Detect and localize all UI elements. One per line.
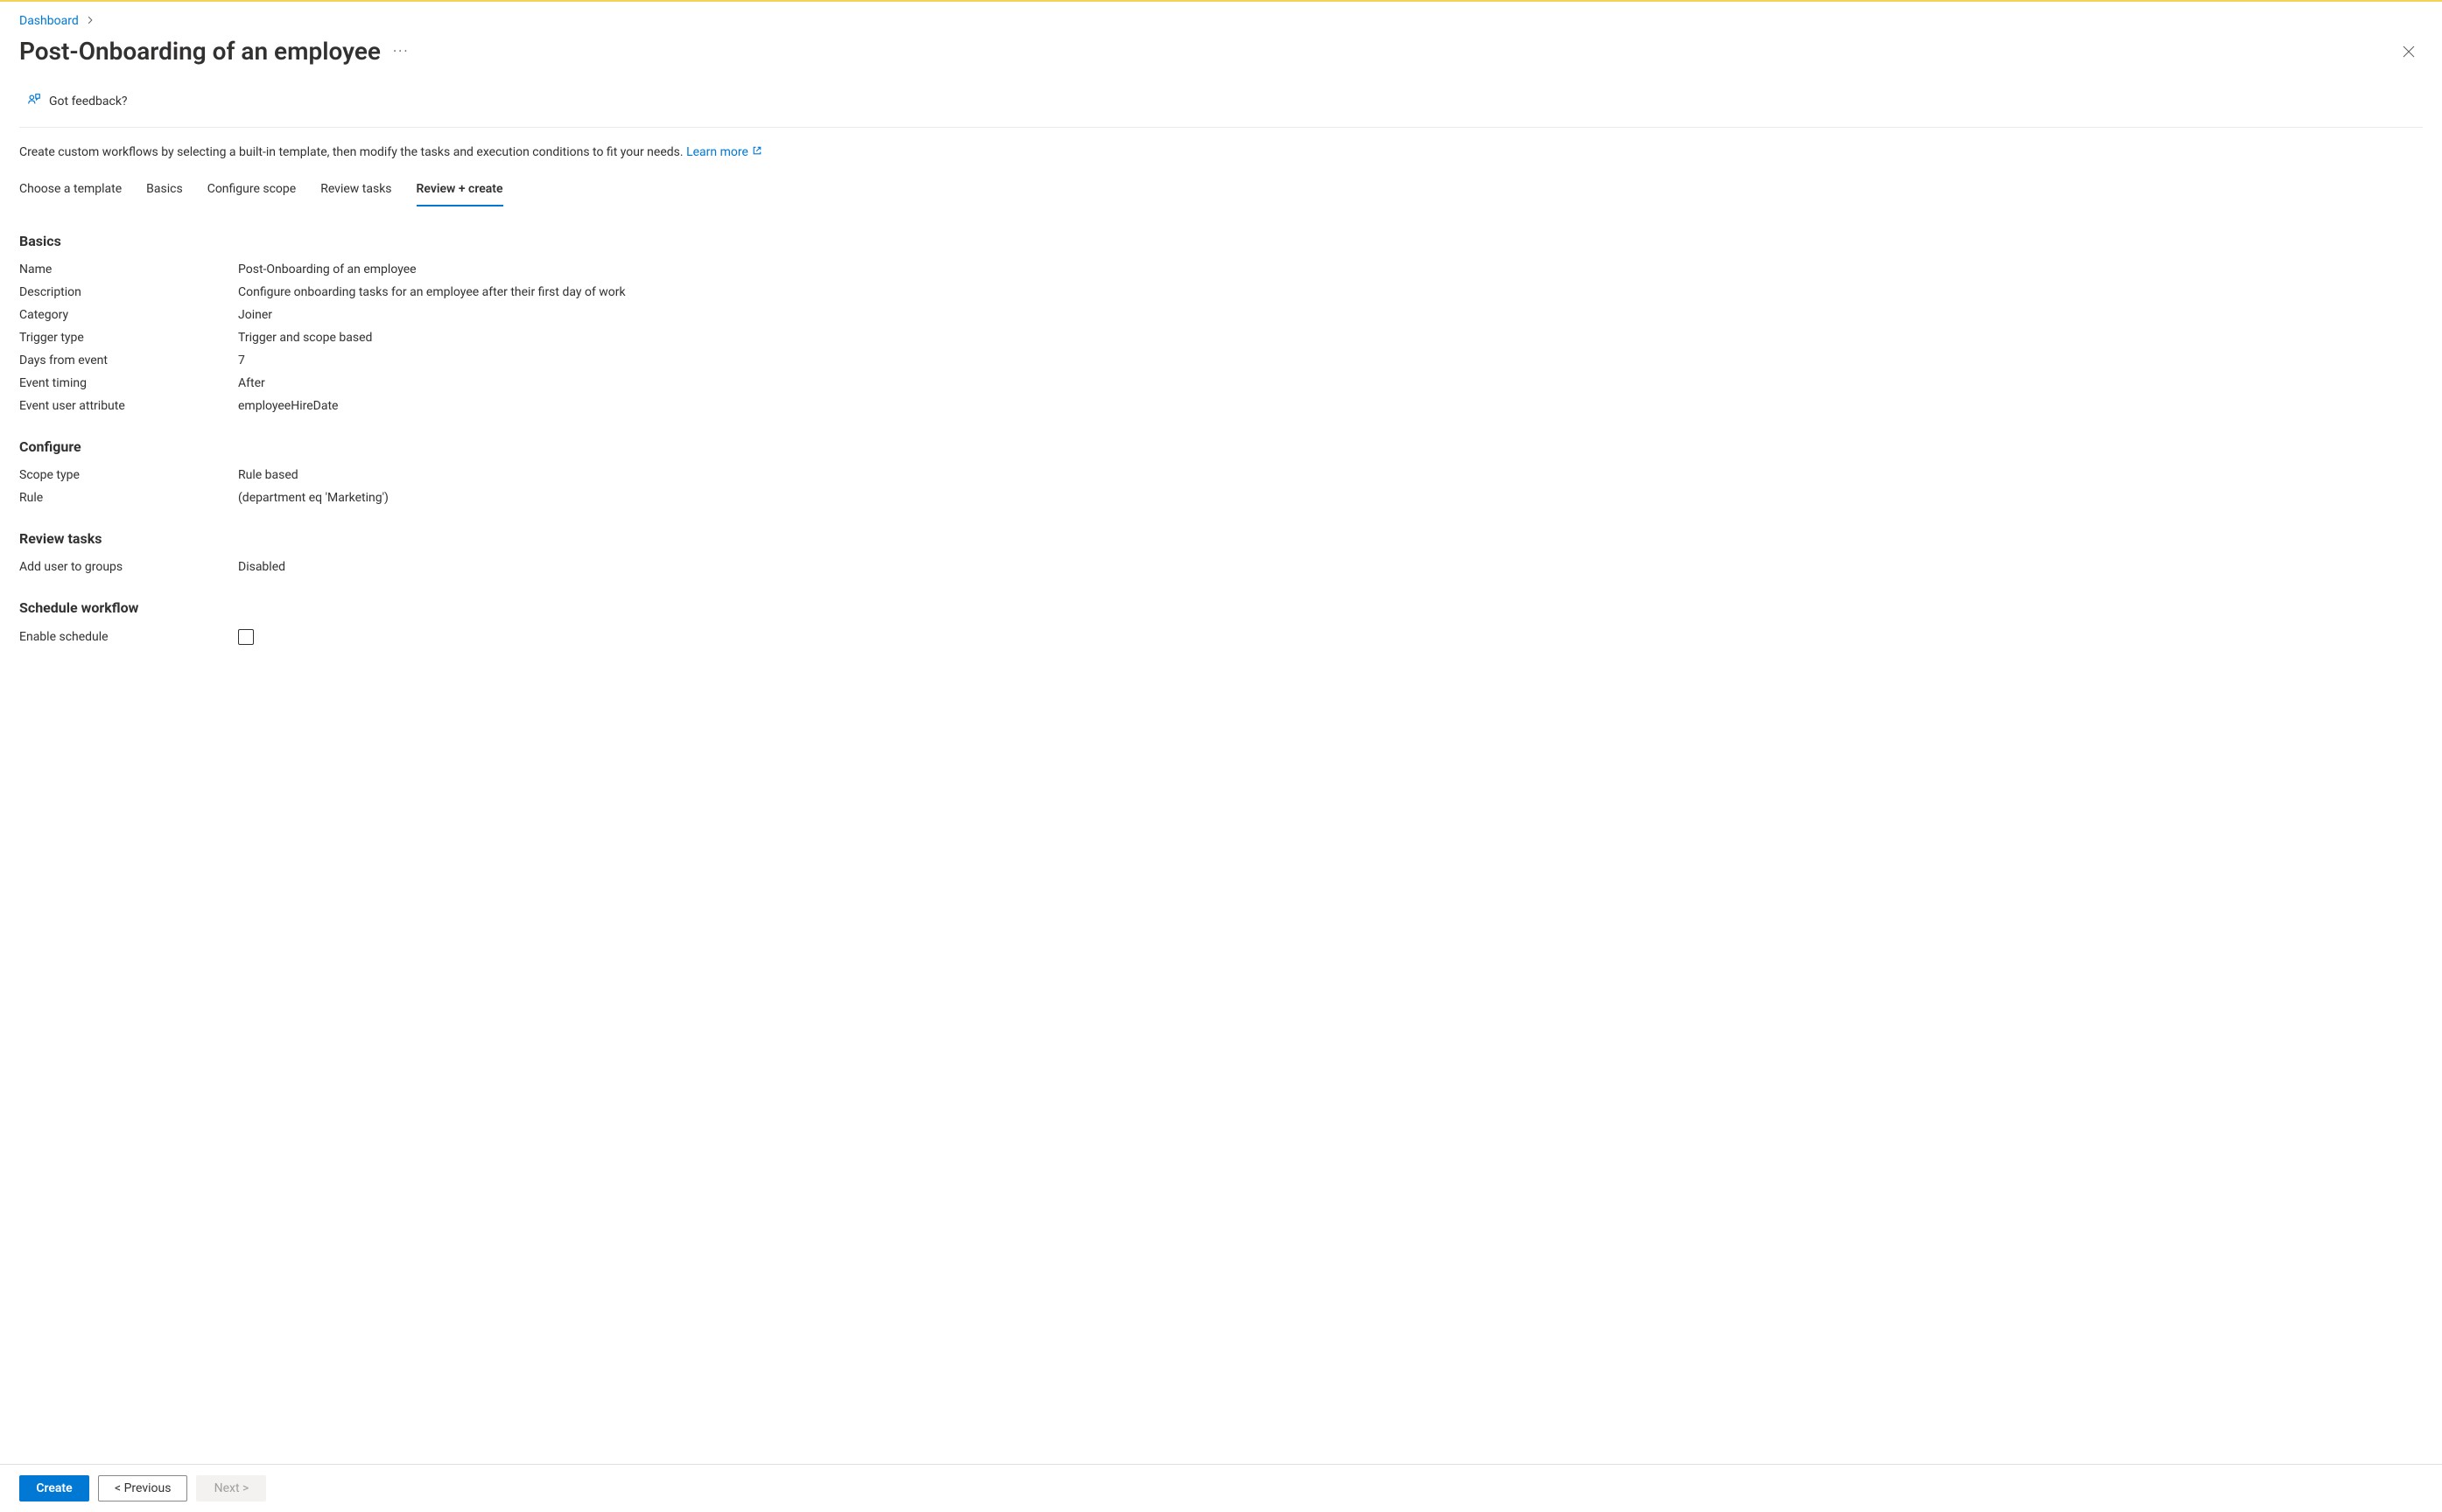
basics-name-row: NamePost-Onboarding of an employee bbox=[19, 258, 2423, 281]
basics-event-user-attr-row: Event user attributeemployeeHireDate bbox=[19, 395, 2423, 417]
schedule-enable-row: Enable schedule bbox=[19, 625, 2423, 649]
chevron-right-icon bbox=[86, 15, 95, 27]
close-button[interactable] bbox=[2395, 38, 2423, 66]
intro-text: Create custom workflows by selecting a b… bbox=[19, 145, 2423, 159]
tab-configure-scope[interactable]: Configure scope bbox=[207, 175, 297, 206]
review-tasks-add-user-row: Add user to groupsDisabled bbox=[19, 556, 2423, 578]
feedback-link[interactable]: Got feedback? bbox=[19, 92, 2423, 128]
basics-event-timing-row: Event timingAfter bbox=[19, 372, 2423, 395]
close-icon bbox=[2402, 45, 2416, 59]
footer: Create < Previous Next > bbox=[0, 1464, 2442, 1512]
previous-button[interactable]: < Previous bbox=[98, 1475, 187, 1502]
tab-review-create[interactable]: Review + create bbox=[417, 175, 503, 206]
more-options-button[interactable]: ··· bbox=[393, 43, 410, 60]
section-configure-heading: Configure bbox=[19, 438, 2423, 455]
section-review-tasks-heading: Review tasks bbox=[19, 530, 2423, 547]
tab-review-tasks[interactable]: Review tasks bbox=[320, 175, 391, 206]
tabs: Choose a template Basics Configure scope… bbox=[19, 175, 2423, 206]
page-title: Post-Onboarding of an employee bbox=[19, 37, 381, 66]
breadcrumb: Dashboard bbox=[19, 14, 2423, 28]
basics-description-row: DescriptionConfigure onboarding tasks fo… bbox=[19, 281, 2423, 304]
feedback-icon bbox=[26, 92, 42, 111]
external-link-icon bbox=[752, 145, 762, 159]
tab-choose-template[interactable]: Choose a template bbox=[19, 175, 122, 206]
enable-schedule-checkbox[interactable] bbox=[238, 629, 254, 645]
tab-basics[interactable]: Basics bbox=[146, 175, 183, 206]
section-basics-heading: Basics bbox=[19, 233, 2423, 249]
basics-trigger-type-row: Trigger typeTrigger and scope based bbox=[19, 326, 2423, 349]
basics-days-from-event-row: Days from event7 bbox=[19, 349, 2423, 372]
learn-more-link[interactable]: Learn more bbox=[686, 145, 762, 159]
next-button: Next > bbox=[196, 1475, 266, 1502]
feedback-label: Got feedback? bbox=[49, 94, 128, 108]
configure-scope-type-row: Scope typeRule based bbox=[19, 464, 2423, 486]
breadcrumb-dashboard-link[interactable]: Dashboard bbox=[19, 14, 79, 28]
section-schedule-heading: Schedule workflow bbox=[19, 599, 2423, 616]
basics-category-row: CategoryJoiner bbox=[19, 304, 2423, 326]
create-button[interactable]: Create bbox=[19, 1475, 89, 1502]
configure-rule-row: Rule(department eq 'Marketing') bbox=[19, 486, 2423, 509]
